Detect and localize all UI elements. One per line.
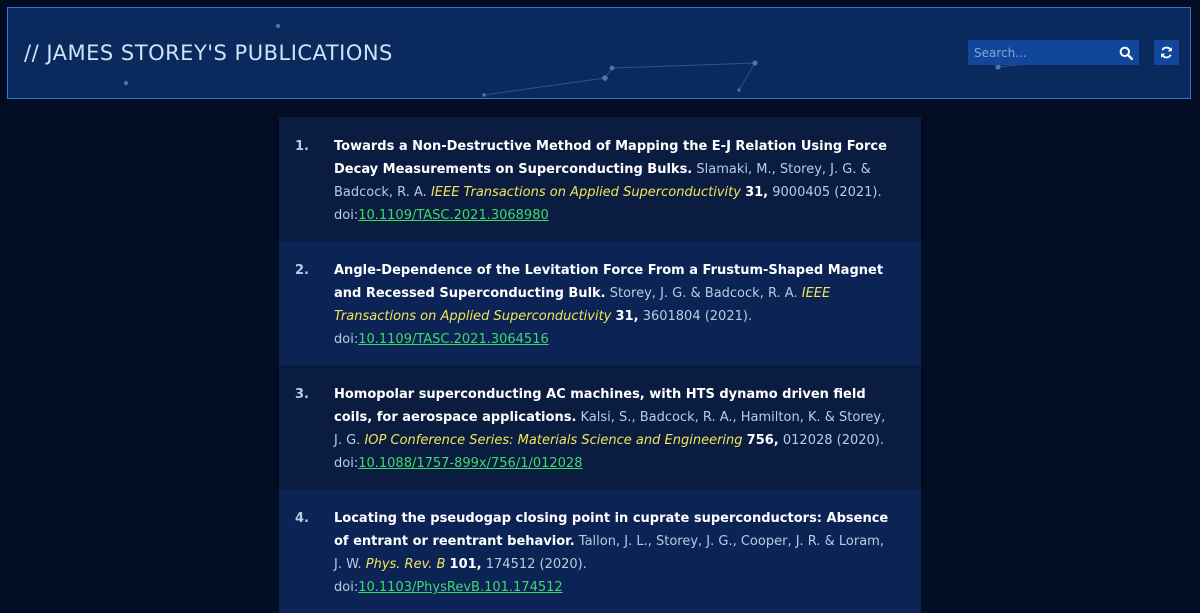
- publication-item: 2. Angle-Dependence of the Levitation Fo…: [279, 241, 921, 365]
- doi-link[interactable]: 10.1088/1757-899x/756/1/012028: [358, 456, 582, 471]
- publication-pages-year: 012028 (2020).: [782, 433, 885, 448]
- doi-label: doi:: [334, 332, 359, 347]
- publication-number: 4.: [295, 511, 309, 526]
- publication-pages-year: 3601804 (2021).: [642, 309, 753, 324]
- publication-title: Angle-Dependence of the Levitation Force…: [334, 263, 884, 301]
- publication-number: 1.: [295, 139, 309, 154]
- publication-list: 1. Towards a Non-Destructive Method of M…: [279, 117, 921, 613]
- search-icon[interactable]: [1119, 45, 1134, 61]
- publication-pages-year: 174512 (2020).: [485, 557, 587, 572]
- refresh-icon: [1161, 46, 1172, 59]
- page-title: // JAMES STOREY'S PUBLICATIONS: [24, 41, 393, 65]
- publication-volume: 31,: [615, 309, 639, 324]
- publication-item: 4. Locating the pseudogap closing point …: [279, 489, 921, 613]
- publication-number: 3.: [295, 387, 309, 402]
- publication-journal: Phys. Rev. B: [365, 557, 446, 572]
- doi-label: doi:: [334, 580, 359, 595]
- publication-number: 2.: [295, 263, 309, 278]
- search-input[interactable]: [968, 40, 1108, 65]
- publication-journal: IEEE Transactions on Applied Superconduc…: [430, 185, 741, 200]
- doi-label: doi:: [334, 456, 359, 471]
- publication-volume: 756,: [746, 433, 779, 448]
- publication-item: 1. Towards a Non-Destructive Method of M…: [279, 117, 921, 241]
- search-box: [968, 40, 1139, 65]
- publication-volume: 101,: [449, 557, 482, 572]
- publication-journal: IOP Conference Series: Materials Science…: [364, 433, 743, 448]
- publication-authors: Storey, J. G. & Badcock, R. A.: [609, 286, 798, 301]
- doi-link[interactable]: 10.1103/PhysRevB.101.174512: [358, 580, 562, 595]
- page-header: // JAMES STOREY'S PUBLICATIONS: [7, 7, 1191, 99]
- publication-pages-year: 9000405 (2021).: [772, 185, 882, 200]
- publication-volume: 31,: [745, 185, 769, 200]
- doi-link[interactable]: 10.1109/TASC.2021.3064516: [358, 332, 549, 347]
- refresh-button[interactable]: [1154, 40, 1179, 65]
- doi-link[interactable]: 10.1109/TASC.2021.3068980: [358, 208, 549, 223]
- publication-item: 3. Homopolar superconducting AC machines…: [279, 365, 921, 489]
- doi-label: doi:: [334, 208, 359, 223]
